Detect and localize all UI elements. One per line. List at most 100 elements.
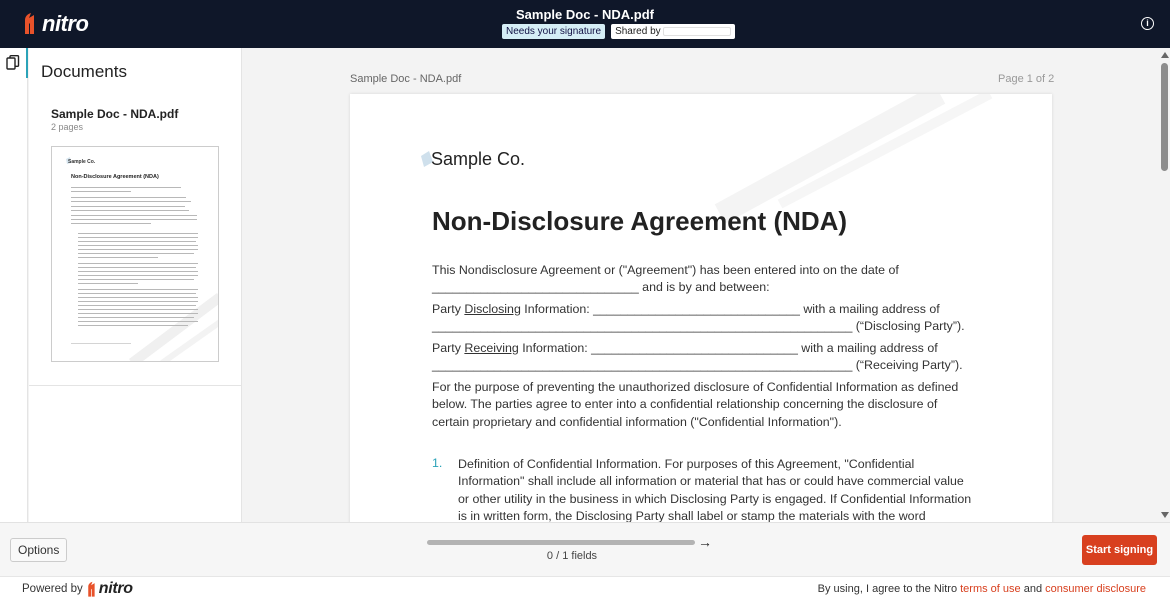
footer-nitro-logo[interactable]: nitro [86, 580, 133, 598]
thumbnail-text-line [78, 267, 196, 268]
footer-logo-text: nitro [98, 580, 133, 597]
list-item-text: Definition of Confidential Information. … [458, 457, 972, 522]
thumbnail-text-line [78, 301, 198, 302]
thumbnail-text-line [71, 197, 186, 198]
thumbnail-text-line [78, 321, 198, 322]
thumbnail-text-line [71, 187, 181, 188]
disclosing-party-line-2: ________________________________________… [432, 319, 965, 334]
page-indicator: Page 1 of 2 [998, 73, 1055, 85]
consumer-disclosure-link[interactable]: consumer disclosure [1045, 583, 1146, 595]
intro-line-1: This Nondisclosure Agreement or ("Agreem… [432, 263, 899, 277]
thumbnail-title: Non-Disclosure Agreement (NDA) [71, 174, 159, 180]
terms-prefix: By using, I agree to the Nitro [817, 583, 961, 595]
disclosing-party-line-1: Party Disclosing Information: __________… [432, 301, 992, 318]
thumbnail-text-line [78, 325, 188, 326]
party-label: Party [432, 341, 465, 355]
documents-icon [6, 55, 20, 70]
thumbnail-text-line [78, 249, 198, 250]
thumbnail-text-line [71, 219, 197, 220]
receiving-party-line-2: ________________________________________… [432, 358, 963, 373]
thumbnail-text-line [71, 191, 131, 192]
thumbnail-text-line [78, 241, 196, 242]
thumbnail-text-line [78, 275, 198, 276]
terms-notice: By using, I agree to the Nitro terms of … [818, 583, 1146, 595]
nitro-flame-icon [87, 581, 95, 597]
pdf-page[interactable]: Sample Co. Non-Disclosure Agreement (NDA… [350, 94, 1052, 522]
thumbnail-text-line [78, 289, 198, 290]
shared-by-name-field [662, 27, 732, 36]
thumbnail-text-line [78, 237, 198, 238]
list-item-number: 1. [432, 456, 443, 470]
receiving-party-line-1-text: Information: ___________________________… [518, 341, 938, 355]
left-rail [0, 48, 28, 522]
thumbnail-text-line [71, 201, 191, 202]
thumbnail-text-line [78, 253, 194, 254]
thumbnail-text-line [78, 283, 138, 284]
fields-count: 0 / 1 fields [546, 550, 598, 562]
action-bar: Options → 0 / 1 fields Start signing [0, 522, 1170, 576]
thumbnail-text-line [78, 317, 194, 318]
shared-by-label: Shared by [615, 26, 661, 37]
thumbnail-text-line [78, 271, 198, 272]
purpose-paragraph: For the purpose of preventing the unauth… [432, 380, 959, 429]
thumbnail-text-line [71, 343, 131, 344]
receiving-party-line-1: Party Receiving Information: ___________… [432, 340, 992, 357]
intro-paragraph: This Nondisclosure Agreement or ("Agreem… [432, 262, 992, 297]
thumbnail-text-line [78, 257, 158, 258]
info-icon[interactable]: i [1141, 17, 1154, 30]
receiving-word: Receiving [464, 341, 519, 355]
terms-of-use-link[interactable]: terms of use [960, 583, 1021, 595]
arrow-right-icon[interactable]: → [698, 534, 712, 550]
shared-by-badge: Shared by [611, 24, 736, 39]
header-badges: Needs your signature Shared by [502, 24, 736, 39]
thumbnail-text-line [78, 279, 194, 280]
company-name: Sample Co. [431, 148, 526, 169]
thumbnail-text-line [71, 210, 189, 211]
thumbnail-logo: Sample Co. [68, 159, 96, 165]
intro-line-2: ______________________________ and is by… [432, 279, 992, 296]
start-signing-button[interactable]: Start signing [1082, 535, 1157, 565]
thumbnail-text-line [78, 293, 196, 294]
options-button[interactable]: Options [10, 538, 68, 562]
thumbnail-text-line [78, 309, 198, 310]
thumbnail-text-line [78, 313, 198, 314]
fields-progress-bar [427, 540, 695, 545]
documents-rail-button[interactable] [0, 48, 28, 78]
document-viewer[interactable]: Sample Doc - NDA.pdf Page 1 of 2 Sample … [243, 48, 1170, 522]
thumbnail-text-line [71, 215, 197, 216]
scrollbar-thumb[interactable] [1161, 63, 1168, 171]
scroll-up-arrow-icon[interactable] [1161, 52, 1169, 58]
party-label: Party [432, 302, 465, 316]
receiving-party-paragraph: Party Receiving Information: ___________… [432, 340, 992, 375]
footer: Powered by nitro By using, I agree to th… [0, 576, 1170, 600]
thumbnail-text-line [78, 305, 196, 306]
disclosing-party-paragraph: Party Disclosing Information: __________… [432, 301, 992, 336]
top-bar: nitro Sample Doc - NDA.pdf Needs your si… [0, 0, 1170, 48]
thumbnail-text-line [78, 233, 198, 234]
disclosing-word: Disclosing [464, 302, 521, 316]
company-logo: Sample Co. [419, 148, 525, 170]
documents-heading: Documents [41, 62, 127, 81]
powered-by: Powered by nitro [22, 580, 133, 598]
terms-and: and [1020, 583, 1046, 595]
thumbnail-text-line [78, 245, 198, 246]
thumbnail-text-line [71, 206, 185, 207]
documents-panel: Documents Sample Doc - NDA.pdf 2 pages S… [29, 48, 242, 522]
document-list-item[interactable]: Sample Doc - NDA.pdf 2 pages Sample Co. … [29, 98, 242, 386]
thumbnail-text-line [71, 223, 151, 224]
agreement-title: Non-Disclosure Agreement (NDA) [432, 206, 848, 236]
powered-by-label: Powered by [22, 583, 83, 595]
viewer-file-name: Sample Doc - NDA.pdf [350, 73, 462, 85]
intro-line-2-text: and is by and between: [638, 280, 770, 295]
thumbnail-text-line [78, 297, 198, 298]
viewer-scrollbar[interactable] [1159, 48, 1170, 522]
disclosing-party-line-1-text: Information: ___________________________… [520, 302, 940, 316]
thumbnail-text-line [78, 263, 198, 264]
scroll-down-arrow-icon[interactable] [1161, 512, 1169, 518]
document-name: Sample Doc - NDA.pdf [51, 107, 179, 121]
status-badge: Needs your signature [502, 24, 606, 39]
document-title: Sample Doc - NDA.pdf [516, 7, 654, 22]
document-thumbnail[interactable]: Sample Co. Non-Disclosure Agreement (NDA… [51, 146, 219, 362]
document-page-count: 2 pages [51, 122, 84, 132]
date-blank: ______________________________ [432, 280, 639, 295]
